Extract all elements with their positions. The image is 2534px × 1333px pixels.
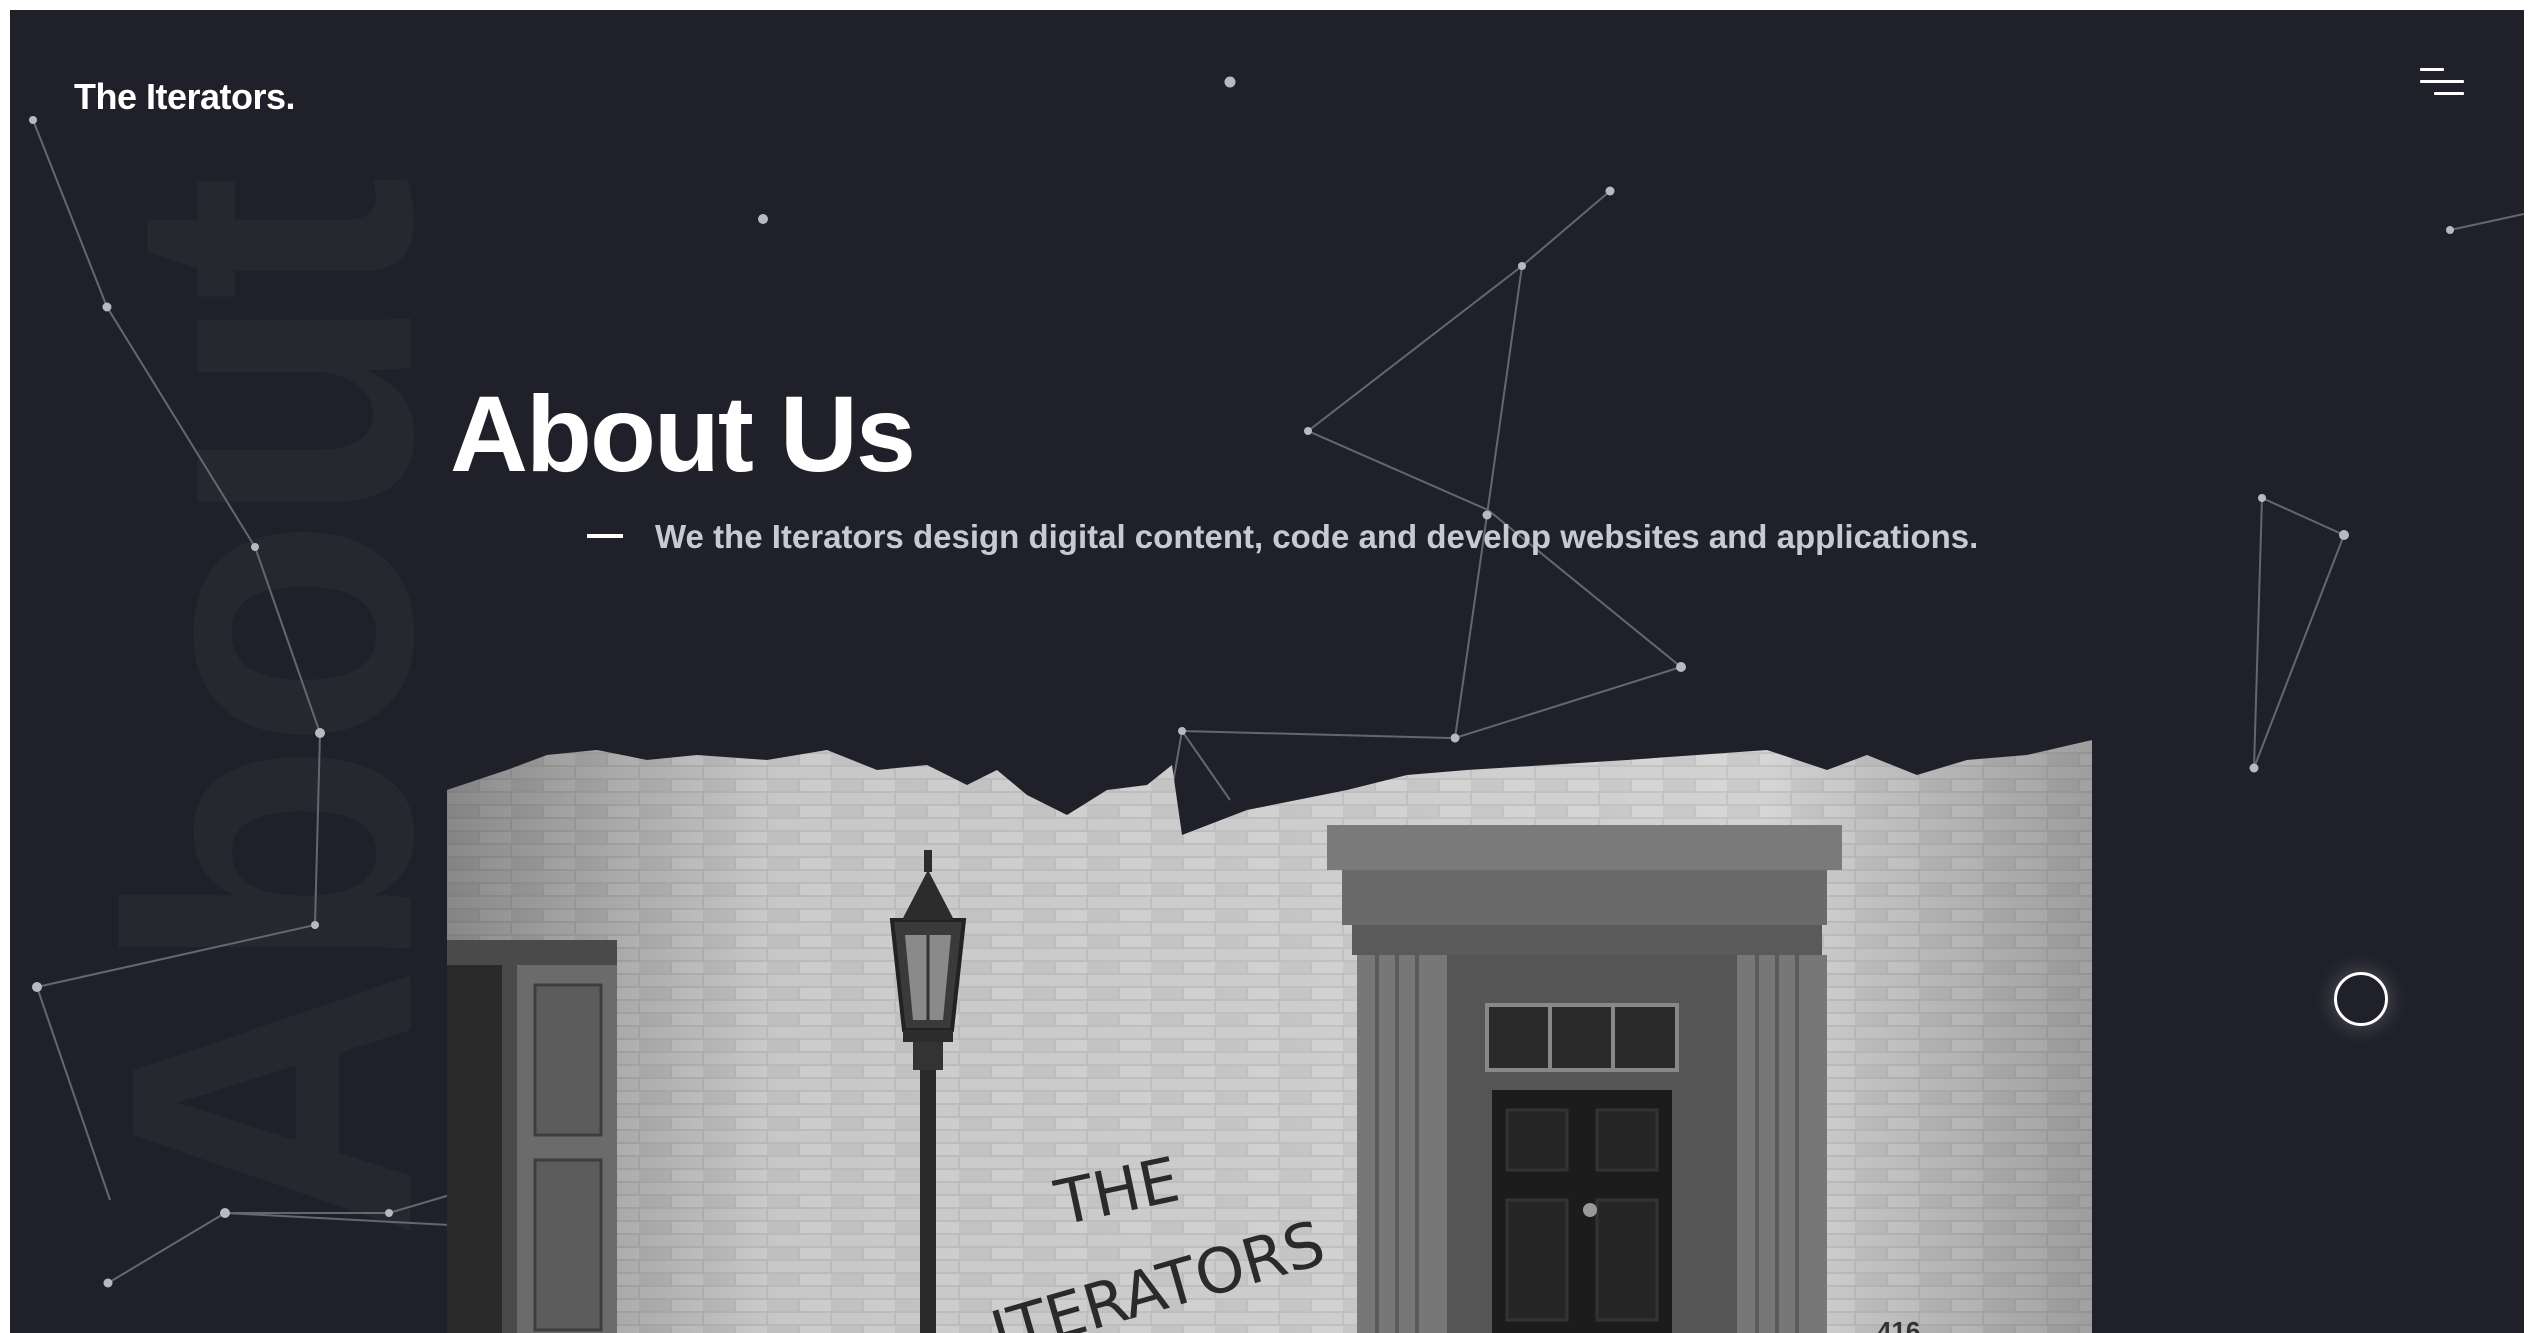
cursor-ring — [2334, 972, 2388, 1026]
site-logo[interactable]: The Iterators. — [74, 76, 296, 118]
tagline-text: We the Iterators design digital content,… — [655, 518, 1979, 555]
page-frame: About The Iterators. About Us We the Ite… — [10, 10, 2524, 1333]
tagline-dash — [587, 534, 623, 538]
menu-bar-top — [2420, 68, 2444, 71]
menu-bar-bottom — [2434, 92, 2464, 95]
page-title: About Us — [450, 373, 916, 494]
hamburger-menu-icon[interactable] — [2414, 62, 2474, 108]
menu-bar-middle — [2420, 80, 2464, 83]
house-number: 416 — [1877, 1316, 1920, 1333]
brick-building-image: THE ITERATORS 416 — [447, 740, 2092, 1333]
